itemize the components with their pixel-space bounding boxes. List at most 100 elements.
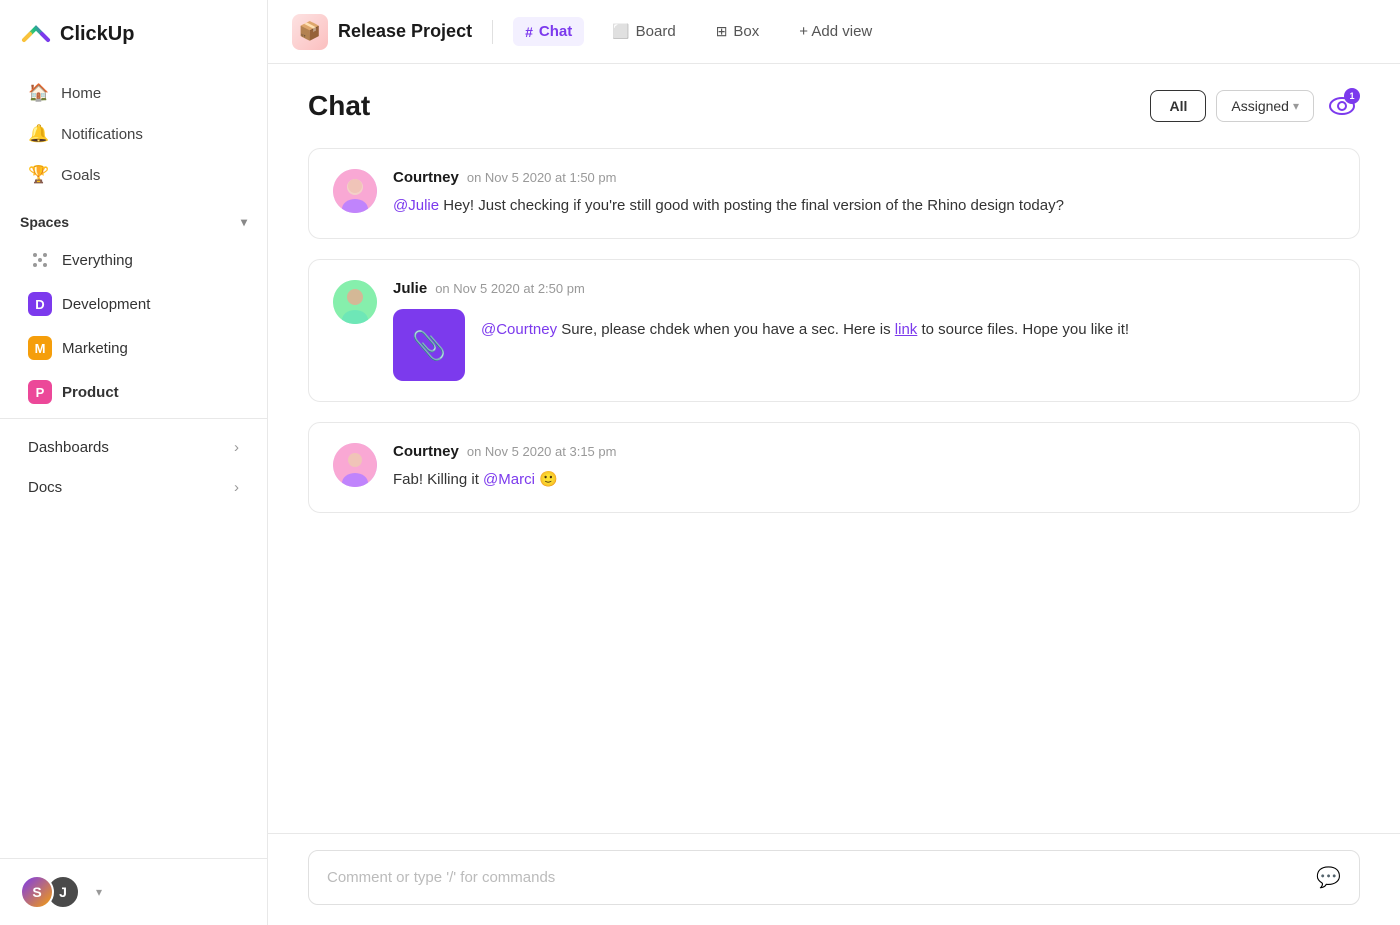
sidebar-item-dashboards[interactable]: Dashboards › (8, 428, 259, 467)
topbar: 📦 Release Project # Chat ⬜ Board ⊞ Box +… (268, 0, 1400, 64)
dashboards-chevron-icon: › (234, 439, 239, 456)
app-name: ClickUp (60, 23, 134, 46)
message-card-2: Julie on Nov 5 2020 at 2:50 pm 📎 @Courtn… (308, 259, 1360, 402)
courtney-avatar-image (333, 169, 377, 213)
sidebar-logo: ClickUp (0, 0, 267, 68)
development-label: Development (62, 296, 150, 313)
attachment-body-1: Sure, please chdek when you have a sec. … (557, 321, 895, 338)
add-view-button[interactable]: + Add view (787, 17, 884, 46)
filter-all-button[interactable]: All (1150, 90, 1206, 122)
watch-button[interactable]: 1 (1324, 88, 1360, 124)
message-row-2: Julie on Nov 5 2020 at 2:50 pm 📎 @Courtn… (333, 280, 1335, 381)
sidebar-item-home[interactable]: 🏠 Home (8, 73, 259, 113)
main-content: 📦 Release Project # Chat ⬜ Board ⊞ Box +… (268, 0, 1400, 925)
board-icon: ⬜ (612, 23, 629, 40)
sidebar-nav: 🏠 Home 🔔 Notifications 🏆 Goals (0, 68, 267, 200)
message-emoji: 🙂 (539, 471, 558, 488)
message-time-3: on Nov 5 2020 at 3:15 pm (467, 444, 617, 459)
chat-input-area: Comment or type '/' for commands 💬 (268, 833, 1400, 925)
add-view-label: + Add view (799, 23, 872, 40)
spaces-section-header: Spaces ▾ (0, 200, 267, 238)
avatar-courtney-2 (333, 443, 377, 487)
trophy-icon: 🏆 (28, 165, 49, 185)
avatar-stack: S J (20, 875, 80, 909)
tab-box[interactable]: ⊞ Box (704, 17, 772, 46)
message-row-3: Courtney on Nov 5 2020 at 3:15 pm Fab! K… (333, 443, 1335, 492)
everything-icon (28, 248, 52, 272)
message-author-2: Julie (393, 280, 427, 297)
message-author-1: Courtney (393, 169, 459, 186)
sidebar-item-everything[interactable]: Everything (8, 239, 259, 281)
sidebar-footer: S J ▾ (0, 858, 267, 925)
message-time-2: on Nov 5 2020 at 2:50 pm (435, 281, 585, 296)
filter-assigned-label: Assigned (1231, 98, 1289, 114)
message-content-1: Courtney on Nov 5 2020 at 1:50 pm @Julie… (393, 169, 1335, 218)
attachment-icon[interactable]: 📎 (393, 309, 465, 381)
chat-area: Chat All Assigned ▾ 1 (268, 64, 1400, 833)
footer-chevron-icon[interactable]: ▾ (96, 885, 102, 899)
marketing-label: Marketing (62, 340, 128, 357)
sidebar-item-docs[interactable]: Docs › (8, 468, 259, 507)
message-row-1: Courtney on Nov 5 2020 at 1:50 pm @Julie… (333, 169, 1335, 218)
sidebar-home-label: Home (61, 85, 101, 102)
product-label: Product (62, 384, 119, 401)
chat-input-box[interactable]: Comment or type '/' for commands 💬 (308, 850, 1360, 905)
attachment-body-2: to source files. Hope you like it! (917, 321, 1129, 338)
mention-courtney: @Courtney (481, 321, 557, 338)
filter-chevron-icon: ▾ (1293, 99, 1299, 113)
spaces-label: Spaces (20, 214, 69, 230)
tab-board[interactable]: ⬜ Board (600, 17, 687, 46)
message-body-1: Hey! Just checking if you're still good … (439, 197, 1064, 214)
development-badge: D (28, 292, 52, 316)
message-card-3: Courtney on Nov 5 2020 at 3:15 pm Fab! K… (308, 422, 1360, 513)
hash-icon: # (525, 24, 533, 40)
sidebar-goals-label: Goals (61, 167, 100, 184)
message-header-3: Courtney on Nov 5 2020 at 3:15 pm (393, 443, 1335, 460)
project-icon: 📦 (292, 14, 328, 50)
everything-label: Everything (62, 252, 133, 269)
topbar-divider (492, 20, 493, 44)
message-text-3: Fab! Killing it @Marci 🙂 (393, 468, 1335, 492)
home-icon: 🏠 (28, 83, 49, 103)
mention-marci: @Marci (483, 471, 535, 488)
spaces-chevron-icon[interactable]: ▾ (241, 215, 247, 229)
docs-chevron-icon: › (234, 479, 239, 496)
message-header-2: Julie on Nov 5 2020 at 2:50 pm (393, 280, 1335, 297)
avatar-julie (333, 280, 377, 324)
tab-chat-label: Chat (539, 23, 572, 40)
chat-title: Chat (308, 90, 370, 122)
mention-julie: @Julie (393, 197, 439, 214)
message-author-3: Courtney (393, 443, 459, 460)
project-header: 📦 Release Project (292, 14, 472, 50)
clickup-logo-icon (20, 18, 52, 50)
tab-box-label: Box (733, 23, 759, 40)
courtney-avatar-image-2 (333, 443, 377, 487)
sidebar-item-development[interactable]: D Development (8, 283, 259, 325)
filter-assigned-dropdown[interactable]: Assigned ▾ (1216, 90, 1314, 122)
marketing-badge: M (28, 336, 52, 360)
julie-avatar-image (333, 280, 377, 324)
chat-input-placeholder: Comment or type '/' for commands (327, 869, 555, 886)
sidebar-bottom-section: Dashboards › Docs › (0, 418, 267, 516)
message-text-1: @Julie Hey! Just checking if you're stil… (393, 194, 1335, 218)
chat-icon: 💬 (1316, 865, 1341, 890)
sidebar: ClickUp 🏠 Home 🔔 Notifications 🏆 Goals S… (0, 0, 268, 925)
attachment-text: @Courtney Sure, please chdek when you ha… (481, 309, 1129, 343)
tab-chat[interactable]: # Chat (513, 17, 584, 46)
sidebar-item-marketing[interactable]: M Marketing (8, 327, 259, 369)
message-content-3: Courtney on Nov 5 2020 at 3:15 pm Fab! K… (393, 443, 1335, 492)
message-time-1: on Nov 5 2020 at 1:50 pm (467, 170, 617, 185)
message-body-3-pre: Fab! Killing it (393, 471, 483, 488)
message-card-1: Courtney on Nov 5 2020 at 1:50 pm @Julie… (308, 148, 1360, 239)
message-link[interactable]: link (895, 321, 918, 338)
product-badge: P (28, 380, 52, 404)
sidebar-item-product[interactable]: P Product (8, 371, 259, 413)
watch-count-badge: 1 (1344, 88, 1360, 104)
bell-icon: 🔔 (28, 124, 49, 144)
docs-label: Docs (28, 479, 62, 496)
box-icon: ⊞ (716, 23, 728, 40)
sidebar-item-goals[interactable]: 🏆 Goals (8, 155, 259, 195)
sidebar-item-notifications[interactable]: 🔔 Notifications (8, 114, 259, 154)
avatar-courtney-1 (333, 169, 377, 213)
sidebar-notifications-label: Notifications (61, 126, 143, 143)
